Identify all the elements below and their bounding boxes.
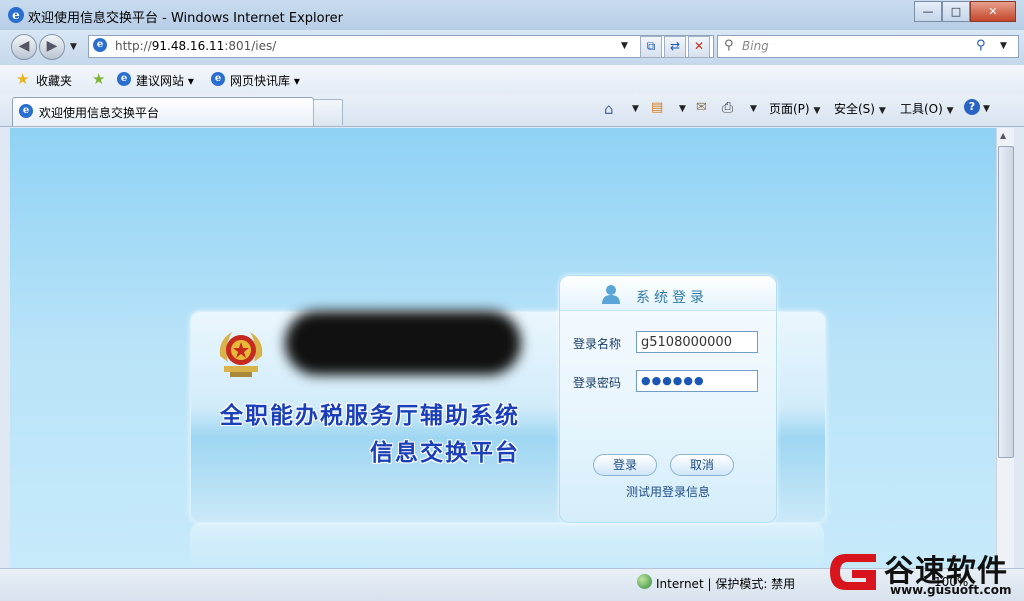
window-title: 欢迎使用信息交换平台 - Windows Internet Explorer <box>28 11 343 26</box>
feeds-dropdown-icon[interactable]: ▼ <box>679 104 686 114</box>
home-icon[interactable]: ⌂ <box>604 100 614 118</box>
safety-menu[interactable]: 安全(S) ▼ <box>834 100 886 117</box>
web-slice-gallery-link[interactable]: 网页快讯库 ▾ <box>230 72 300 89</box>
print-dropdown-icon[interactable]: ▼ <box>750 104 757 114</box>
address-dropdown-icon[interactable]: ▼ <box>621 41 628 51</box>
address-input[interactable]: http://91.48.16.11:801/ies/ <box>115 39 276 53</box>
refresh-button[interactable]: ⇄ <box>664 36 686 58</box>
gusu-logo-icon <box>830 554 876 590</box>
login-title: 系统登录 <box>636 290 708 306</box>
print-icon[interactable]: ⎙ <box>722 100 733 116</box>
suggested-sites-link[interactable]: 建议网站 ▾ <box>136 72 194 89</box>
page-content: 全职能办税服务厅辅助系统 信息交换平台 系统登录 登录名称 登录密码 ●●●●●… <box>10 128 996 568</box>
cancel-button[interactable]: 取消 <box>670 454 734 476</box>
search-input[interactable]: Bing <box>742 39 769 53</box>
history-dropdown-icon[interactable]: ▼ <box>70 42 77 52</box>
window-left-border <box>0 128 10 568</box>
feeds-icon[interactable]: ▤ <box>651 100 663 115</box>
internet-zone-icon <box>637 574 652 589</box>
test-login-info-link[interactable]: 测试用登录信息 <box>626 483 710 500</box>
redacted-organization-name <box>285 311 521 375</box>
username-label: 登录名称 <box>573 337 622 351</box>
window-controls: — □ ✕ <box>914 1 1016 22</box>
tab-label: 欢迎使用信息交换平台 <box>39 106 160 120</box>
system-title: 全职能办税服务厅辅助系统 <box>220 403 520 429</box>
username-input[interactable] <box>636 331 758 353</box>
favorites-button[interactable]: 收藏夹 <box>36 72 72 89</box>
home-dropdown-icon[interactable]: ▼ <box>632 104 639 114</box>
watermark-url: www.gusuoft.com <box>890 583 1012 597</box>
scrollbar-thumb[interactable] <box>998 146 1014 458</box>
back-button[interactable]: ◀ <box>11 34 37 60</box>
maximize-button[interactable]: □ <box>942 1 970 22</box>
close-button[interactable]: ✕ <box>970 1 1016 22</box>
panel-reflection <box>190 523 824 568</box>
page-icon: e <box>93 38 107 52</box>
help-icon[interactable]: ? <box>964 99 980 115</box>
stop-button[interactable]: ✕ <box>688 36 710 58</box>
ie-logo-icon: e <box>8 7 24 23</box>
platform-title: 信息交换平台 <box>370 440 520 466</box>
user-icon <box>602 285 620 304</box>
new-tab-button[interactable] <box>313 99 343 125</box>
window-right-border <box>1014 128 1024 568</box>
page-menu[interactable]: 页面(P) ▼ <box>769 100 820 117</box>
tools-menu[interactable]: 工具(O) ▼ <box>900 100 954 117</box>
web-slice-icon: e <box>211 72 225 86</box>
login-button[interactable]: 登录 <box>593 454 657 476</box>
tab-page-icon: e <box>19 104 33 118</box>
search-dropdown-icon[interactable]: ▼ <box>1000 41 1007 51</box>
tab-active[interactable]: e 欢迎使用信息交换平台 <box>12 97 314 126</box>
search-go-icon[interactable]: ⚲ <box>976 38 986 53</box>
compatibility-view-button[interactable]: ⧉ <box>640 36 662 58</box>
address-bar[interactable]: e http://91.48.16.11:801/ies/ ▼ <box>88 35 714 58</box>
search-icon: ⚲ <box>724 38 734 53</box>
add-favorite-icon[interactable]: ★ <box>92 70 105 88</box>
mail-icon[interactable]: ✉ <box>696 100 707 115</box>
password-input[interactable]: ●●●●●● <box>636 370 758 392</box>
password-label: 登录密码 <box>573 376 622 390</box>
minimize-button[interactable]: — <box>914 1 942 22</box>
suggested-sites-icon: e <box>117 72 131 86</box>
search-box[interactable]: ⚲ Bing ⚲ ▼ <box>717 35 1019 58</box>
scroll-up-icon[interactable]: ▲ <box>1000 131 1006 140</box>
help-dropdown-icon[interactable]: ▼ <box>983 104 990 114</box>
security-zone-status[interactable]: Internet | 保护模式: 禁用 <box>656 575 795 592</box>
login-box: 系统登录 登录名称 登录密码 ●●●●●● 登录 取消 测试用登录信息 <box>559 275 777 523</box>
forward-button[interactable]: ▶ <box>39 34 65 60</box>
tax-emblem-icon <box>219 332 263 377</box>
favorites-star-icon[interactable]: ★ <box>16 70 29 88</box>
